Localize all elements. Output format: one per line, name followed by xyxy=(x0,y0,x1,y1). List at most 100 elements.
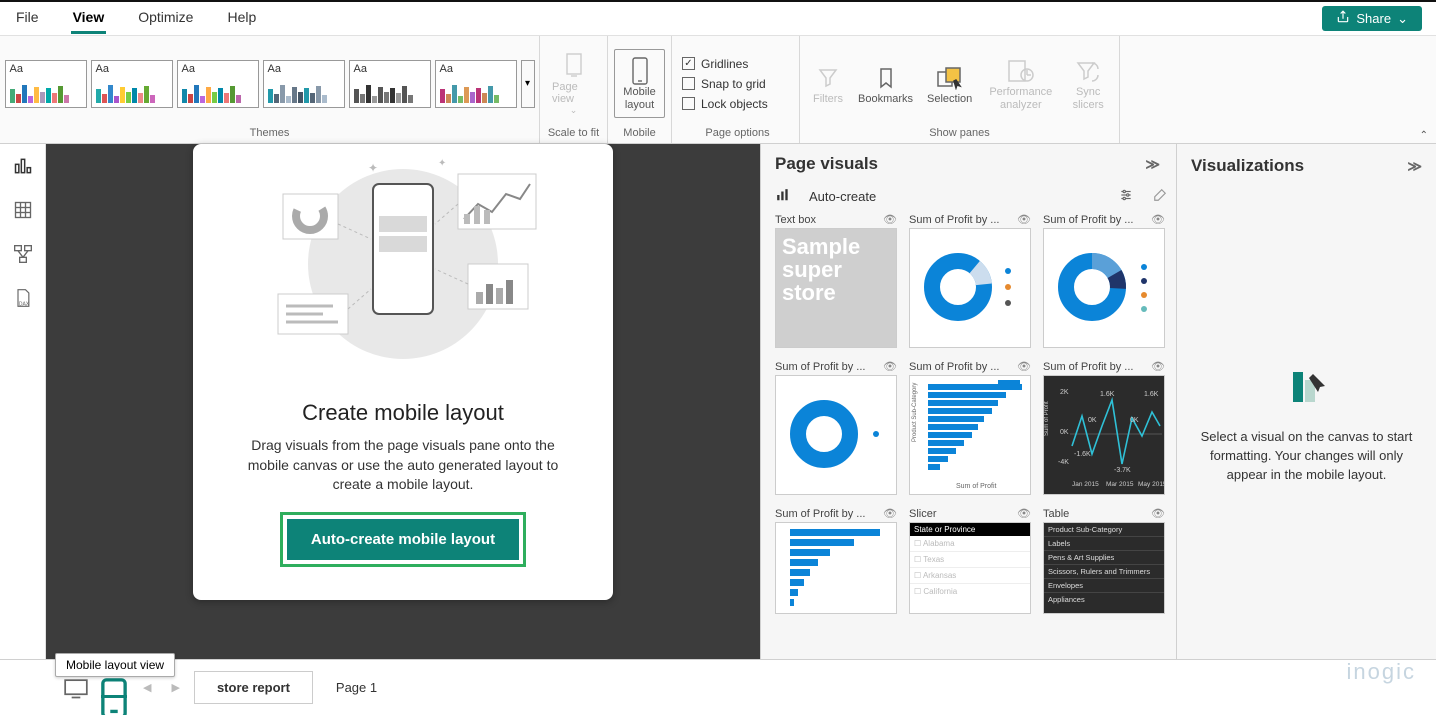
ribbon-collapse[interactable]: ⌃ xyxy=(1420,130,1428,141)
show-panes-label: Show panes xyxy=(929,127,990,139)
visualizations-title: Visualizations xyxy=(1191,156,1304,176)
filter-icon xyxy=(812,63,844,93)
pv-item-textbox[interactable]: Text box👁 Samplesuperstore xyxy=(775,213,897,348)
tab-store-report[interactable]: store report xyxy=(194,671,313,704)
share-icon xyxy=(1336,10,1350,27)
selection-icon xyxy=(934,63,966,93)
page-visuals-pane: Page visuals ≫ Auto-create Text box👁 Sam… xyxy=(760,144,1176,659)
selection-pane-button[interactable]: Selection xyxy=(921,59,978,109)
pv-item-linechart[interactable]: Sum of Profit by ...👁 2K 0K -4K Sum of P… xyxy=(1043,360,1165,495)
footer: Mobile layout view ◀ ▶ store report Page… xyxy=(0,659,1436,715)
sync-slicers-button: Sync slicers xyxy=(1063,52,1113,114)
page-prev[interactable]: ◀ xyxy=(139,681,155,694)
desktop-view-switch[interactable] xyxy=(63,678,89,698)
model-view-icon[interactable] xyxy=(13,244,33,264)
snap-checkbox[interactable]: Snap to grid xyxy=(682,77,768,91)
page-options-label: Page options xyxy=(705,127,769,139)
page-view-button: Page view ⌄ xyxy=(546,47,601,120)
left-rail: DAX xyxy=(0,144,46,659)
performance-button: Performance analyzer xyxy=(980,52,1061,114)
menu-view[interactable]: View xyxy=(71,3,107,34)
bookmark-icon xyxy=(870,63,902,93)
performance-icon xyxy=(1005,56,1037,86)
visibility-icon[interactable]: 👁 xyxy=(1017,507,1031,520)
pv-item-table[interactable]: Table👁 Product Sub-Category Labels Pens … xyxy=(1043,507,1165,614)
sync-icon xyxy=(1072,56,1104,86)
menu-help[interactable]: Help xyxy=(225,3,258,34)
pv-item-barchart[interactable]: Sum of Profit by ...👁 Product Sub-Catego… xyxy=(909,360,1031,495)
visibility-icon[interactable]: 👁 xyxy=(883,507,897,520)
visibility-icon[interactable]: 👁 xyxy=(1017,213,1031,226)
visualizations-pane: Visualizations ≫ Select a visual on the … xyxy=(1176,144,1436,659)
svg-text:0K: 0K xyxy=(1130,417,1139,424)
page-view-icon xyxy=(558,51,590,81)
svg-text:Product Sub-Category: Product Sub-Category xyxy=(912,383,918,442)
pv-item-donut2[interactable]: Sum of Profit by ...👁 xyxy=(1043,213,1165,348)
pv-item-hbar[interactable]: Sum of Profit by ...👁 xyxy=(775,507,897,614)
page-next[interactable]: ▶ xyxy=(167,681,183,694)
collapse-icon[interactable]: ≫ xyxy=(1145,156,1160,173)
auto-create-link[interactable]: Auto-create xyxy=(809,189,876,204)
eraser-icon[interactable] xyxy=(1152,188,1168,205)
collapse-icon[interactable]: ≫ xyxy=(1407,158,1422,175)
report-view-icon[interactable] xyxy=(13,156,33,176)
visualizations-help: Select a visual on the canvas to start f… xyxy=(1191,428,1422,485)
visibility-icon[interactable]: 👁 xyxy=(1151,213,1165,226)
mobile-layout-button[interactable]: Mobile layout xyxy=(614,49,665,117)
svg-text:-4K: -4K xyxy=(1058,459,1069,466)
pv-item-donut3[interactable]: Sum of Profit by ...👁 xyxy=(775,360,897,495)
visibility-icon[interactable]: 👁 xyxy=(883,360,897,373)
mobile-layout-title: Create mobile layout xyxy=(213,400,593,426)
theme-swatch-3[interactable] xyxy=(177,60,259,108)
svg-text:Mar 2015: Mar 2015 xyxy=(1106,481,1134,488)
svg-text:-3.7K: -3.7K xyxy=(1114,467,1131,474)
settings-icon[interactable] xyxy=(1118,188,1134,205)
svg-text:Sum of Profit: Sum of Profit xyxy=(1044,401,1050,436)
mobile-icon xyxy=(624,56,656,86)
svg-text:2K: 2K xyxy=(1060,389,1069,396)
share-button[interactable]: Share ⌄ xyxy=(1322,6,1422,31)
data-view-icon[interactable] xyxy=(13,200,33,220)
theme-swatch-4[interactable] xyxy=(263,60,345,108)
mobile-label: Mobile xyxy=(623,127,655,139)
svg-text:1.6K: 1.6K xyxy=(1144,391,1159,398)
theme-swatch-5[interactable] xyxy=(349,60,431,108)
svg-text:Jan 2015: Jan 2015 xyxy=(1072,481,1099,488)
visibility-icon[interactable]: 👁 xyxy=(1151,360,1165,373)
menu-optimize[interactable]: Optimize xyxy=(136,3,195,34)
theme-swatch-1[interactable] xyxy=(5,60,87,108)
mobile-illustration: ✦ ✦ xyxy=(213,144,593,394)
page-visuals-title: Page visuals xyxy=(775,154,878,174)
svg-text:Sum of Profit: Sum of Profit xyxy=(956,483,997,490)
visibility-icon[interactable]: 👁 xyxy=(883,213,897,226)
pv-item-donut1[interactable]: Sum of Profit by ...👁 xyxy=(909,213,1031,348)
themes-dropdown[interactable]: ▾ xyxy=(521,60,535,108)
gridlines-checkbox[interactable]: ✓Gridlines xyxy=(682,57,768,71)
auto-create-icon xyxy=(775,188,791,205)
mobile-layout-card: ✦ ✦ Create mobile layout Drag visuals fr… xyxy=(193,144,613,600)
share-label: Share xyxy=(1356,11,1391,26)
ribbon: ▾ Themes Page view ⌄ Scale to fit Mobile… xyxy=(0,36,1436,144)
bookmarks-pane-button[interactable]: Bookmarks xyxy=(852,59,919,109)
tab-page-1[interactable]: Page 1 xyxy=(313,671,400,704)
scale-label: Scale to fit xyxy=(548,127,599,139)
svg-text:0K: 0K xyxy=(1088,417,1097,424)
chevron-down-icon: ⌄ xyxy=(1397,11,1408,27)
format-icon xyxy=(1285,366,1329,410)
watermark: inogic xyxy=(1347,659,1416,685)
svg-text:-1.6K: -1.6K xyxy=(1074,451,1091,458)
theme-swatch-2[interactable] xyxy=(91,60,173,108)
mobile-layout-body: Drag visuals from the page visuals pane … xyxy=(213,436,593,495)
theme-swatch-6[interactable] xyxy=(435,60,517,108)
tooltip-mobile-view: Mobile layout view xyxy=(55,653,175,677)
menu-file[interactable]: File xyxy=(14,3,41,34)
pv-item-slicer[interactable]: Slicer👁 State or Province ☐ Alabama ☐ Te… xyxy=(909,507,1031,614)
svg-text:0K: 0K xyxy=(1060,429,1069,436)
svg-text:May 2015: May 2015 xyxy=(1138,481,1165,488)
svg-text:✦: ✦ xyxy=(368,161,378,175)
visibility-icon[interactable]: 👁 xyxy=(1151,507,1165,520)
visibility-icon[interactable]: 👁 xyxy=(1017,360,1031,373)
dax-view-icon[interactable]: DAX xyxy=(13,288,33,308)
lock-checkbox[interactable]: Lock objects xyxy=(682,97,768,111)
auto-create-layout-button[interactable]: Auto-create mobile layout xyxy=(287,519,519,560)
